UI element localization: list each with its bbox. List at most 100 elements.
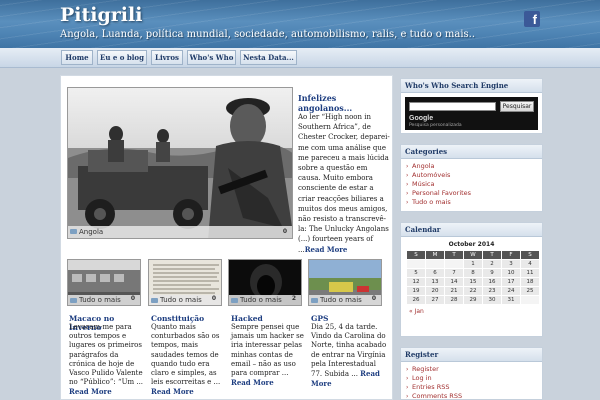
search-widget: Who's Who Search Engine Pesquisar Google… xyxy=(400,78,543,134)
post-thumbnail-4[interactable]: Tudo o mais 0 xyxy=(308,259,382,306)
calendar-day: 25 xyxy=(520,286,540,296)
arrow-icon: › xyxy=(406,384,409,391)
post-4-excerpt: Dia 25, 4 da tarde. Vindo da Carolina do… xyxy=(311,323,387,389)
folder-icon xyxy=(231,298,238,303)
post-1-excerpt: Levaram-me para outros tempos e lugares … xyxy=(69,323,145,398)
calendar-day: 23 xyxy=(482,286,502,296)
search-input[interactable] xyxy=(409,102,496,111)
entries-rss-link[interactable]: Entries RSS xyxy=(412,383,449,391)
meta-item[interactable]: › Log in xyxy=(406,374,542,383)
thumb-1-category-text[interactable]: Tudo o mais xyxy=(79,296,121,304)
calendar-empty-cell xyxy=(444,259,464,269)
featured-read-more-link[interactable]: Read More xyxy=(305,245,348,254)
thumb-2-comments[interactable]: 0 xyxy=(209,294,219,304)
post-thumbnail-2[interactable]: Tudo o mais 0 xyxy=(148,259,222,306)
categories-list: › Angola › Automóveis › Música › Personal Fa… xyxy=(401,159,542,207)
login-link[interactable]: Log in xyxy=(412,374,432,382)
calendar-day: 2 xyxy=(482,259,502,269)
category-item[interactable]: › Tudo o mais xyxy=(406,198,542,207)
category-angola[interactable]: Angola xyxy=(412,162,434,170)
folder-icon xyxy=(151,298,158,303)
register-link[interactable]: Register xyxy=(412,365,439,373)
featured-category-label[interactable]: Angola xyxy=(68,226,292,238)
calendar-day: 18 xyxy=(520,277,540,287)
search-box: Pesquisar Google Pesquisa personalizada xyxy=(405,97,538,130)
calendar-body: 1 2 3 4 5 6 7 8 9 10 11 12 13 14 15 16 17 18 19 20 21 22 23 24 2… xyxy=(406,259,540,305)
category-automoveis[interactable]: Automóveis xyxy=(412,171,450,179)
nav-home[interactable]: Home xyxy=(61,50,93,65)
calendar-day: 9 xyxy=(482,268,502,278)
calendar-day: 10 xyxy=(501,268,521,278)
weekday-header: S xyxy=(520,250,540,260)
calendar-day: 11 xyxy=(520,268,540,278)
main-navigation: Home Eu e o blog Livros Who's Who Nesta … xyxy=(0,48,600,68)
calendar-empty-cell xyxy=(425,259,445,269)
thumb-4-category-text[interactable]: Tudo o mais xyxy=(320,296,362,304)
post-2-excerpt-text: Quanto mais conturbados são os tempos, m… xyxy=(151,323,221,387)
search-button[interactable]: Pesquisar xyxy=(500,101,534,112)
calendar-week: 12 13 14 15 16 17 18 xyxy=(406,277,540,287)
category-personal-favorites[interactable]: Personal Favorites xyxy=(412,189,471,197)
calendar-day: 21 xyxy=(444,286,464,296)
thumb-4-comments[interactable]: 0 xyxy=(369,294,379,304)
meta-item[interactable]: › Comments RSS xyxy=(406,392,542,400)
calendar-empty-cell xyxy=(520,295,540,305)
facebook-icon[interactable]: f xyxy=(524,11,540,27)
comments-rss-link[interactable]: Comments RSS xyxy=(412,392,462,400)
post-thumbnail-1[interactable]: Tudo o mais 0 xyxy=(67,259,141,306)
category-item[interactable]: › Angola xyxy=(406,162,542,171)
arrow-icon: › xyxy=(406,375,409,382)
nav-eu-e-o-blog[interactable]: Eu e o blog xyxy=(97,50,147,65)
thumb-1-comments[interactable]: 0 xyxy=(128,294,138,304)
thumb-2-category-text[interactable]: Tudo o mais xyxy=(160,296,202,304)
nav-whos-who[interactable]: Who's Who xyxy=(187,50,236,65)
featured-excerpt-text: Ao ler “High noon in Southern Africa”, d… xyxy=(298,113,390,254)
calendar-day: 1 xyxy=(463,259,483,269)
post-3-excerpt: Sempre pensei que jamais um hacker se ir… xyxy=(231,323,307,388)
calendar-day: 28 xyxy=(444,295,464,305)
category-item[interactable]: › Automóveis xyxy=(406,171,542,180)
calendar-day: 3 xyxy=(501,259,521,269)
featured-category[interactable]: Angola xyxy=(79,228,103,236)
featured-post-title[interactable]: Infelizes angolanos... xyxy=(298,93,386,113)
calendar-day: 7 xyxy=(444,268,464,278)
calendar-day: 6 xyxy=(425,268,445,278)
arrow-icon: › xyxy=(406,199,409,206)
post-2-read-more[interactable]: Read More xyxy=(151,387,194,396)
thumb-3-comments[interactable]: 2 xyxy=(289,294,299,304)
weekday-header: F xyxy=(501,250,521,260)
site-title[interactable]: Pitigrili xyxy=(60,4,142,26)
post-3-excerpt-text: Sempre pensei que jamais um hacker se ir… xyxy=(231,323,304,378)
post-3-read-more[interactable]: Read More xyxy=(231,378,274,387)
meta-item[interactable]: › Entries RSS xyxy=(406,383,542,392)
categories-widget: Categories › Angola › Automóveis › Música ›… xyxy=(400,144,543,212)
category-item[interactable]: › Música xyxy=(406,180,542,189)
nav-nesta-data[interactable]: Nesta Data... xyxy=(240,50,297,65)
post-3-title[interactable]: Hacked xyxy=(231,314,307,323)
post-1-read-more[interactable]: Read More xyxy=(69,387,112,396)
category-tudo-o-mais[interactable]: Tudo o mais xyxy=(412,198,451,206)
folder-icon xyxy=(70,298,77,303)
featured-post-excerpt: Ao ler “High noon in Southern Africa”, d… xyxy=(298,112,390,255)
post-thumbnail-3[interactable]: Tudo o mais 2 xyxy=(228,259,302,306)
category-musica[interactable]: Música xyxy=(412,180,434,188)
arrow-icon: › xyxy=(406,366,409,373)
featured-post-image[interactable]: Angola 0 xyxy=(67,87,293,239)
calendar-prev-link[interactable]: « Jan xyxy=(409,308,542,315)
calendar-title: Calendar xyxy=(401,223,542,237)
calendar-day: 4 xyxy=(520,259,540,269)
post-4-title[interactable]: GPS xyxy=(311,314,387,323)
calendar-month: October 2014 xyxy=(448,241,495,248)
arrow-icon: › xyxy=(406,181,409,188)
category-item[interactable]: › Personal Favorites xyxy=(406,189,542,198)
nav-livros[interactable]: Livros xyxy=(151,50,183,65)
folder-icon xyxy=(311,298,318,303)
calendar-day: 14 xyxy=(444,277,464,287)
calendar-day: 24 xyxy=(501,286,521,296)
thumb-3-category-text[interactable]: Tudo o mais xyxy=(240,296,282,304)
site-description: Angola, Luanda, política mundial, socied… xyxy=(60,29,476,40)
calendar-day: 5 xyxy=(406,268,426,278)
featured-comment-count[interactable]: 0 xyxy=(280,227,290,237)
meta-item[interactable]: › Register xyxy=(406,365,542,374)
post-2-title[interactable]: Constituição xyxy=(151,314,227,323)
